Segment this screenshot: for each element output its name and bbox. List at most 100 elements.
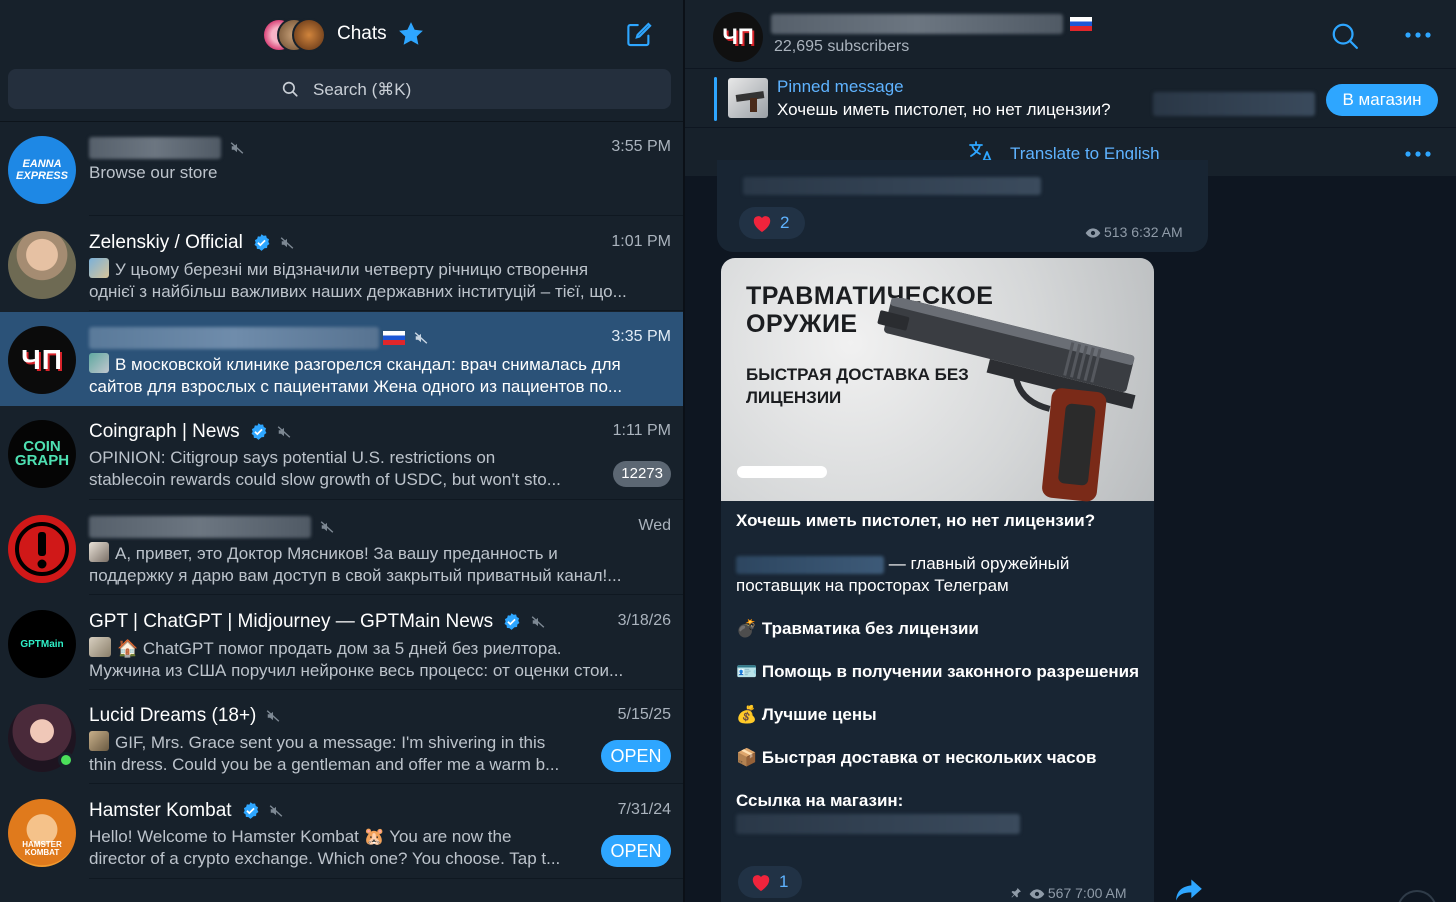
preview-line: director of a crypto exchange. Which one… (89, 849, 561, 868)
chat-row[interactable]: COIN GRAPH Coingraph | News 1:11 PM OPIN… (0, 406, 683, 500)
redacted-name (89, 516, 311, 538)
media-thumbnail (89, 353, 109, 373)
preview-line: Browse our store (89, 163, 218, 182)
more-icon[interactable] (1405, 32, 1431, 38)
avatar-logo-text: GPTMain (20, 638, 64, 650)
message-bubble[interactable]: 2 513 6:32 AM (717, 160, 1208, 252)
pinned-message-bar[interactable]: Pinned message Хочешь иметь пистолет, но… (685, 69, 1456, 127)
row-separator (89, 499, 683, 500)
avatar: ЧП (8, 326, 76, 394)
chat-time: 3/18/26 (617, 612, 671, 629)
preview-line: сайтов для взрослых с пациентами Жена од… (89, 377, 623, 396)
row-separator (89, 215, 683, 216)
media-thumbnail (89, 637, 111, 657)
chat-name: Hamster Kombat (89, 800, 283, 822)
chat-preview: Hello! Welcome to Hamster Kombat 🐹 You a… (89, 826, 599, 870)
chat-row[interactable]: Lucid Dreams (18+) 5/15/25 GIF, Mrs. Gra… (0, 690, 683, 784)
verified-icon (251, 423, 267, 441)
avatar: COIN GRAPH (8, 420, 76, 488)
muted-icon (531, 616, 544, 628)
chat-row[interactable]: Wed А, привет, это Доктор Мясников! За в… (0, 501, 683, 595)
shop-button[interactable]: В магазин (1326, 84, 1438, 116)
verified-icon (504, 613, 520, 631)
russia-flag-icon (1070, 17, 1092, 31)
chat-row[interactable]: HAMSTER KOMBAT Hamster Kombat 7/31/24 He… (0, 785, 683, 879)
chat-time: 1:11 PM (612, 422, 671, 439)
row-separator (89, 878, 683, 879)
heart-icon (753, 216, 771, 233)
row-separator (89, 310, 683, 311)
compose-icon[interactable] (624, 20, 654, 50)
reaction-heart[interactable]: 2 (739, 207, 805, 239)
avatar: GPTMain (8, 610, 76, 678)
pinned-thumbnail (728, 78, 768, 118)
chat-time: 3:35 PM (611, 328, 671, 345)
message-text: Хочешь иметь пистолет, но нет лицензии? … (736, 510, 1141, 834)
redacted-shop-link[interactable] (736, 814, 1020, 834)
message-time: 6:32 AM (1131, 224, 1183, 240)
views-icon (1085, 228, 1101, 238)
message-meta: 567 7:00 AM (1010, 885, 1127, 901)
chat-name-text: GPT | ChatGPT | Midjourney — GPTMain New… (89, 611, 494, 632)
search-placeholder: Search (⌘K) (313, 80, 412, 99)
bullet-1: 💣 Травматика без лицензии (736, 619, 979, 638)
more-icon[interactable] (1405, 151, 1431, 157)
preview-line: Мужчина из США поручил нейронке весь про… (89, 661, 624, 680)
reaction-heart[interactable]: 1 (738, 866, 802, 898)
channel-avatar[interactable]: ЧП (713, 12, 763, 62)
search-icon[interactable] (1330, 21, 1360, 51)
open-button[interactable]: OPEN (601, 835, 671, 867)
bullet-4: 📦 Быстрая доставка от нескольких часов (736, 748, 1097, 767)
chat-row[interactable]: GPTMain GPT | ChatGPT | Midjourney — GPT… (0, 596, 683, 690)
channel-header[interactable]: ЧП 22,695 subscribers (685, 0, 1456, 68)
chat-name (89, 137, 244, 159)
account-avatar[interactable] (292, 18, 326, 52)
post-supplier-line: — главный оружейный поставщик на простор… (736, 553, 1141, 597)
chat-name-text: Hamster Kombat (89, 800, 232, 821)
pinned-title: Pinned message (777, 77, 904, 96)
conversation-pane: ЧП 22,695 subscribers Pinned message Хоч… (685, 0, 1456, 902)
row-separator (89, 783, 683, 784)
chat-preview: А, привет, это Доктор Мясников! За вашу … (89, 542, 673, 587)
bullet-3: 💰 Лучшие цены (736, 705, 877, 724)
chat-list-pane: Chats Search (⌘K) EANNA EXPRESS 3:55 PM … (0, 0, 683, 902)
avatar-logo-text: EANNA EXPRESS (16, 158, 68, 182)
search-input[interactable]: Search (⌘K) (8, 69, 671, 109)
chat-list-header: Chats (0, 0, 683, 68)
muted-icon (414, 332, 428, 344)
chat-name: GPT | ChatGPT | Midjourney — GPTMain New… (89, 611, 545, 633)
heart-icon (752, 875, 770, 892)
redacted-channel-link (736, 555, 884, 574)
muted-icon (277, 426, 291, 438)
chat-name: Coingraph | News (89, 421, 291, 443)
preview-line: GIF, Mrs. Grace sent you a message: I'm … (115, 733, 546, 752)
message-bubble[interactable]: ТРАВМАТИЧЕСКОЕ ОРУЖИЕ БЫСТРАЯ ДОСТАВКА Б… (721, 258, 1154, 902)
avatar-logo-text: ЧП (722, 24, 754, 49)
muted-icon (266, 710, 279, 722)
unread-badge: 12273 (613, 461, 671, 487)
preview-line: OPINION: Citigroup says potential U.S. r… (89, 448, 496, 467)
chat-time: 5/15/25 (617, 706, 671, 723)
avatar-logo-text: COIN GRAPH (14, 438, 70, 469)
muted-icon (230, 142, 244, 154)
pinned-indicator (714, 77, 717, 121)
forward-icon[interactable] (1175, 878, 1203, 902)
preview-line: 🏠 ChatGPT помог продать дом за 5 дней бе… (117, 639, 562, 658)
chat-name-text: Coingraph | News (89, 421, 240, 442)
scroll-down-button[interactable] (1397, 890, 1437, 902)
post-image[interactable]: ТРАВМАТИЧЕСКОЕ ОРУЖИЕ БЫСТРАЯ ДОСТАВКА Б… (721, 258, 1154, 502)
chat-row[interactable]: EANNA EXPRESS 3:55 PM Browse our store (0, 122, 683, 216)
chat-preview: В московской клинике разгорелся скандал:… (89, 353, 673, 398)
account-switcher[interactable] (262, 18, 326, 52)
chat-name: Zelenskiy / Official (89, 232, 294, 254)
star-icon[interactable] (396, 19, 426, 49)
view-count: 567 (1047, 885, 1072, 901)
open-button[interactable]: OPEN (601, 740, 671, 772)
media-thumbnail (89, 258, 109, 278)
message-meta: 513 6:32 AM (1085, 224, 1183, 240)
row-separator (89, 594, 683, 595)
chat-row-selected[interactable]: ЧП 3:35 PM В московской клинике разгорел… (0, 312, 683, 406)
chat-row[interactable]: Zelenskiy / Official 1:01 PM У цьому бер… (0, 217, 683, 311)
chat-time: Wed (638, 517, 671, 534)
chat-name-text: Lucid Dreams (18+) (89, 705, 257, 726)
